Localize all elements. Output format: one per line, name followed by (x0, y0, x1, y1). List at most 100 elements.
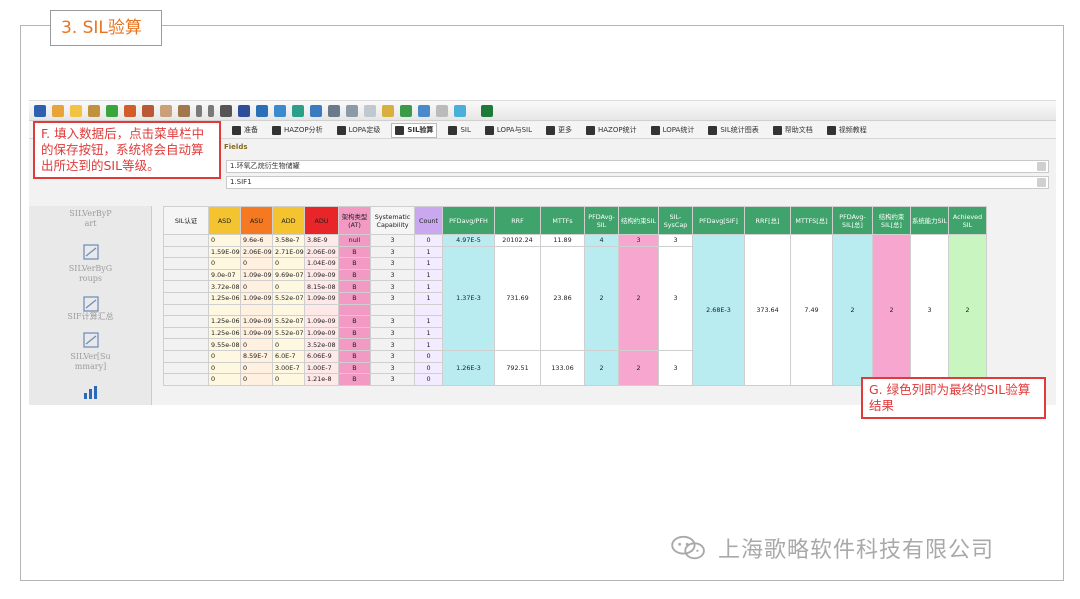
grid-view-icon[interactable] (310, 104, 322, 117)
column-header[interactable]: MTTFs (540, 206, 585, 235)
table-cell[interactable]: 1 (414, 291, 443, 305)
table-cell[interactable]: B (338, 349, 371, 363)
table-cell[interactable] (163, 257, 209, 270)
table-cell[interactable]: 3 (370, 280, 415, 293)
table-cell[interactable]: null (338, 234, 371, 247)
field-expand-icon[interactable] (1037, 162, 1046, 171)
table-cell[interactable]: 3.72e-08 (208, 280, 241, 293)
filter-icon[interactable] (292, 104, 304, 117)
table-cell[interactable] (163, 291, 209, 305)
column-header[interactable]: ASD (208, 206, 241, 235)
table-cell[interactable]: 9.69e-07 (272, 268, 305, 282)
calculator-icon[interactable] (82, 332, 100, 348)
h-icon[interactable] (238, 104, 250, 117)
tab-7[interactable]: HAZOP统计 (583, 123, 640, 138)
table-cell[interactable]: 1.21e-8 (304, 373, 339, 386)
folder-icon[interactable] (70, 104, 82, 117)
table-cell[interactable]: 3 (370, 257, 415, 270)
table-cell[interactable]: 8.59E-7 (240, 349, 273, 363)
table-cell[interactable]: 1.09e-09 (304, 268, 339, 282)
tab-5[interactable]: LOPA与SIL (482, 123, 535, 138)
column-header[interactable]: PFDAvg-SIL[总] (832, 206, 873, 235)
column-header[interactable]: RRF[总] (744, 206, 791, 235)
table-cell[interactable] (272, 303, 305, 317)
excel-icon[interactable] (481, 104, 493, 117)
tab-0[interactable]: 准备 (229, 123, 261, 138)
column-icon[interactable] (256, 104, 268, 117)
copy-icon[interactable] (160, 104, 172, 117)
zoom-icon[interactable] (346, 104, 358, 117)
table-cell[interactable]: B (338, 326, 371, 340)
table-cell[interactable]: 1 (414, 268, 443, 282)
table-cell[interactable]: 3 (370, 349, 415, 363)
table-cell[interactable]: 1.09e-09 (240, 291, 273, 305)
table-cell[interactable]: 3 (370, 268, 415, 282)
table-cell[interactable]: 0 (208, 373, 241, 386)
table-cell[interactable]: 0 (272, 338, 305, 351)
chart-icon[interactable] (364, 104, 376, 117)
table-row[interactable]: 0 9.6e-6 3.58e-7 3.8E-9 null 3 0 4.97E-5 20102.2… (163, 234, 987, 386)
column-header[interactable]: 结构约束SIL (618, 206, 659, 235)
table-cell[interactable]: 2.06E-09 (240, 245, 273, 259)
table-cell[interactable]: 0 (414, 361, 443, 375)
column-header[interactable]: PFDavg[SIF] (692, 206, 745, 235)
table-cell[interactable]: 1 (414, 280, 443, 293)
table-cell[interactable]: 1.25e-06 (208, 291, 241, 305)
sidebar-item-label[interactable]: SILVerByP art (29, 209, 151, 229)
scissors-icon[interactable] (142, 104, 154, 117)
table-cell[interactable]: 1.09e-09 (304, 315, 339, 328)
table-cell[interactable]: 0 (272, 373, 305, 386)
table-cell[interactable]: 0 (272, 257, 305, 270)
table-cell[interactable]: 3 (370, 315, 415, 328)
column-header[interactable]: SIL-SysCap (658, 206, 693, 235)
table-cell[interactable]: 9.0e-07 (208, 268, 241, 282)
table-cell[interactable]: 1.09e-09 (240, 326, 273, 340)
column-header[interactable]: ADD (272, 206, 305, 235)
tab-4[interactable]: SIL (445, 123, 473, 138)
open-icon[interactable] (52, 104, 64, 117)
sif-field[interactable]: 1.SIF1 (226, 176, 1049, 189)
table-cell[interactable]: B (338, 373, 371, 386)
table-cell[interactable]: 0 (240, 280, 273, 293)
table-cell[interactable]: 3.00E-7 (272, 361, 305, 375)
table-cell[interactable]: 6.0E-7 (272, 349, 305, 363)
table-cell[interactable] (163, 245, 209, 259)
table-cell[interactable]: 3 (370, 338, 415, 351)
table-cell[interactable]: 1 (414, 326, 443, 340)
sidebar-item-label[interactable]: SIF计算汇总 (29, 312, 151, 322)
table-cell[interactable]: B (338, 361, 371, 375)
tab-8[interactable]: LOPA统计 (648, 123, 698, 138)
column-header[interactable]: Count (414, 206, 443, 235)
table-cell[interactable]: B (338, 315, 371, 328)
table-cell[interactable]: 0 (272, 280, 305, 293)
column-header[interactable]: PFDavg/PFH (442, 206, 495, 235)
globe-icon[interactable] (454, 104, 466, 117)
table-cell[interactable]: B (338, 338, 371, 351)
table-cell[interactable] (163, 338, 209, 351)
table-cell[interactable]: 0 (208, 257, 241, 270)
table-cell[interactable]: 2.71E-09 (272, 245, 305, 259)
table-cell[interactable] (163, 234, 209, 247)
table-cell[interactable] (163, 373, 209, 386)
column-header[interactable]: ADU (304, 206, 339, 235)
column-header[interactable]: ASU (240, 206, 273, 235)
table-cell[interactable]: 3.52e-08 (304, 338, 339, 351)
add-icon[interactable] (106, 104, 118, 117)
table-cell[interactable]: B (338, 268, 371, 282)
column-header[interactable]: RRF (494, 206, 541, 235)
table-cell[interactable]: 1.00E-7 (304, 361, 339, 375)
table-cell[interactable] (208, 303, 241, 317)
tab-9[interactable]: SIL统计图表 (705, 123, 761, 138)
table-cell[interactable]: 1.25e-06 (208, 326, 241, 340)
cut-icon[interactable] (124, 104, 136, 117)
sidebar-item-label[interactable]: SILVerByG roups (29, 264, 151, 284)
clock-doc-icon[interactable] (82, 296, 100, 312)
column-header[interactable]: 结构约束SIL[总] (872, 206, 911, 235)
table-cell[interactable] (163, 268, 209, 282)
column-header[interactable]: SIL认证 (163, 206, 209, 235)
table-cell[interactable]: 5.52e-07 (272, 291, 305, 305)
column-header[interactable]: MTTFS[总] (790, 206, 833, 235)
tab-2[interactable]: LOPA定级 (334, 123, 384, 138)
table-cell[interactable] (163, 315, 209, 328)
save-icon[interactable] (34, 104, 46, 117)
